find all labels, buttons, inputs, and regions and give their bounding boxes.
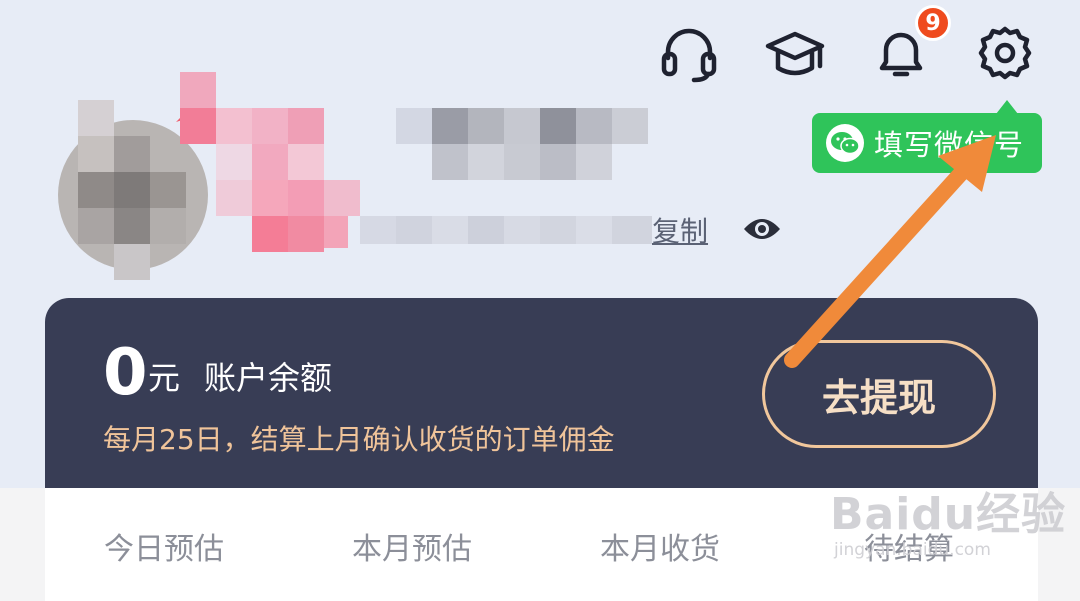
baidu-watermark: Baidu经验 jingyan.baidu.com	[830, 489, 1067, 561]
eye-icon[interactable]	[742, 212, 782, 246]
customer-service-button[interactable]	[658, 22, 720, 84]
gear-icon	[978, 26, 1032, 80]
balance-amount: 0	[103, 336, 148, 410]
fill-wechat-id-button[interactable]: 填写微信号	[812, 113, 1042, 173]
withdraw-button[interactable]: 去提现	[762, 340, 996, 448]
balance-currency: 元	[148, 359, 181, 397]
wechat-icon	[826, 124, 864, 162]
stat-month-received[interactable]: 本月收货	[600, 530, 720, 570]
notification-badge: 9	[915, 5, 951, 41]
balance-label: 账户余额	[204, 359, 333, 397]
stat-today-estimate[interactable]: 今日预估	[104, 530, 224, 570]
settings-button[interactable]	[974, 22, 1036, 84]
settlement-note: 每月25日，结算上月确认收货的订单佣金	[103, 423, 615, 456]
watermark-brand: Baidu经验	[830, 489, 1067, 540]
copy-link[interactable]: 复制	[652, 210, 708, 250]
tutorial-button[interactable]	[764, 22, 826, 84]
tooltip-pointer	[996, 100, 1018, 114]
graduation-cap-icon	[765, 31, 825, 76]
fill-wechat-id-label: 填写微信号	[874, 128, 1025, 162]
headset-icon	[661, 28, 717, 83]
stat-month-estimate[interactable]: 本月预估	[352, 530, 472, 570]
watermark-url: jingyan.baidu.com	[834, 540, 991, 560]
